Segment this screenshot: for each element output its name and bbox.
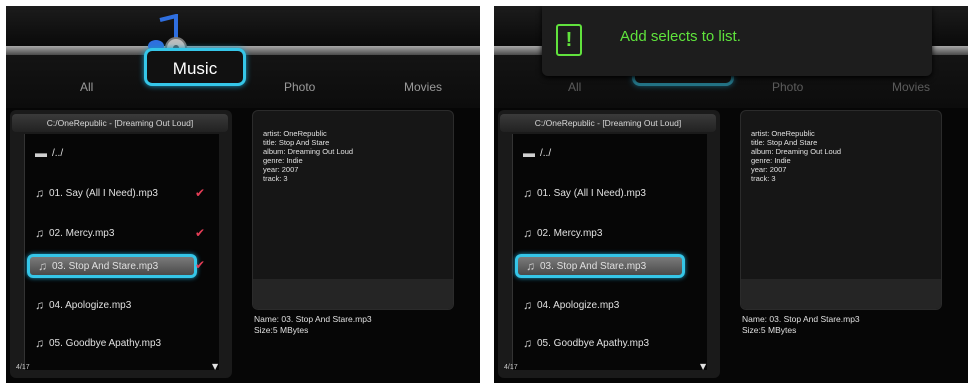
music-file-icon: ♫: [526, 259, 535, 273]
scroll-down-icon[interactable]: ▼: [700, 362, 706, 371]
music-file-icon: ♫: [35, 336, 44, 350]
list-item[interactable]: ♫ 04. Apologize.mp3: [523, 294, 619, 316]
metadata-text: artist: OneRepublic title: Stop And Star…: [751, 129, 842, 183]
list-item[interactable]: ♫ 05. Goodbye Apathy.mp3: [523, 332, 649, 354]
music-file-icon: ♫: [35, 226, 44, 240]
music-file-icon: ♫: [35, 186, 44, 200]
list-item-parent-folder[interactable]: ▬ /../: [523, 142, 551, 164]
list-item[interactable]: ♫ 02. Mercy.mp3: [523, 222, 602, 244]
list-item[interactable]: ♫ 02. Mercy.mp3: [35, 222, 114, 244]
list-item[interactable]: ♫ 04. Apologize.mp3: [35, 294, 131, 316]
list-item[interactable]: ♫ 05. Goodbye Apathy.mp3: [35, 332, 161, 354]
checkmark-icon: ✔: [194, 186, 205, 200]
tab-photo[interactable]: Photo: [284, 80, 315, 94]
page-indicator: 4/17: [504, 364, 518, 371]
tab-all[interactable]: All: [568, 80, 581, 94]
metadata-panel: artist: OneRepublic title: Stop And Star…: [252, 110, 454, 310]
folder-path: C:/OneRepublic - [Dreaming Out Loud]: [500, 114, 716, 132]
list-item[interactable]: ♫ 01. Say (All I Need).mp3: [523, 182, 703, 204]
music-file-icon: ♫: [35, 298, 44, 312]
popup-message: Add selects to list.: [620, 28, 741, 45]
metadata-text: artist: OneRepublic title: Stop And Star…: [263, 129, 354, 183]
page-indicator: 4/17: [16, 364, 30, 371]
file-info: Name: 03. Stop And Stare.mp3 Size:5 MByt…: [742, 314, 860, 335]
folder-icon: ▬: [523, 146, 535, 160]
list-item-selected[interactable]: ♫ 03. Stop And Stare.mp3: [27, 254, 197, 278]
exclamation-icon: !: [556, 24, 582, 56]
music-file-icon: ♫: [38, 259, 47, 273]
tab-music[interactable]: Music: [144, 48, 246, 86]
file-list: ▬ /../ ♫ 01. Say (All I Need).mp3 ♫ 02. …: [512, 134, 707, 370]
checkmark-icon: ✔: [194, 226, 205, 240]
list-item-selected[interactable]: ♫ 03. Stop And Stare.mp3: [515, 254, 685, 278]
file-list: ▬ /../ ♫ 01. Say (All I Need).mp3 ✔ ♫ 02…: [24, 134, 219, 370]
notification-popup: ! Add selects to list.: [542, 6, 932, 76]
folder-path: C:/OneRepublic - [Dreaming Out Loud]: [12, 114, 228, 132]
media-browser-screen: All Music Photo Movies C:/OneRepublic - …: [6, 6, 480, 383]
music-file-icon: ♫: [523, 226, 532, 240]
list-item-parent-folder[interactable]: ▬ /../: [35, 142, 63, 164]
checkmark-icon: ✔: [194, 258, 205, 272]
list-item[interactable]: ♫ 01. Say (All I Need).mp3: [35, 182, 215, 204]
music-file-icon: ♫: [523, 298, 532, 312]
folder-icon: ▬: [35, 146, 47, 160]
music-file-icon: ♫: [523, 186, 532, 200]
tab-movies[interactable]: Movies: [404, 80, 442, 94]
tab-movies[interactable]: Movies: [892, 80, 930, 94]
scroll-down-icon[interactable]: ▼: [212, 362, 218, 371]
music-file-icon: ♫: [523, 336, 532, 350]
file-info: Name: 03. Stop And Stare.mp3 Size:5 MByt…: [254, 314, 372, 335]
tab-all[interactable]: All: [80, 80, 93, 94]
metadata-panel: artist: OneRepublic title: Stop And Star…: [740, 110, 942, 310]
media-browser-screen-popup: All Music Photo Movies ! Add selects to …: [494, 6, 968, 383]
tab-photo[interactable]: Photo: [772, 80, 803, 94]
